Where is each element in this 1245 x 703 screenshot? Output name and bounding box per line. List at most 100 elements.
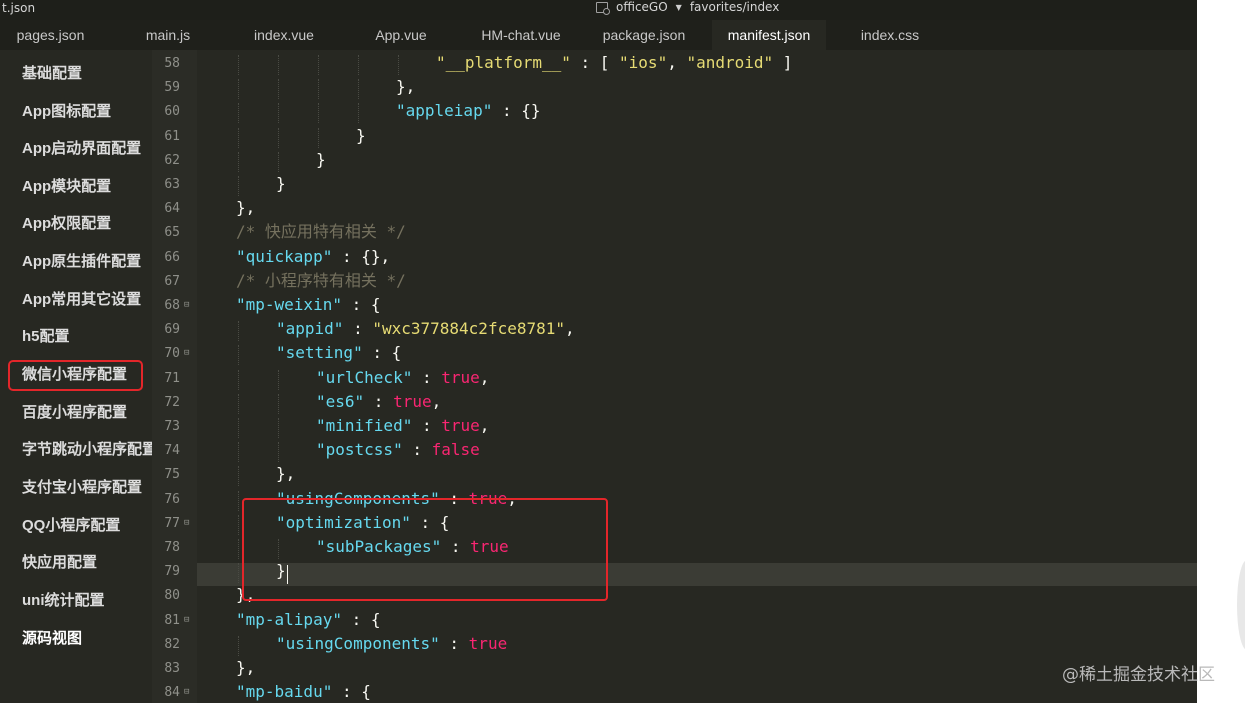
sidebar-item-app-permissions[interactable]: App权限配置 [22,212,111,233]
fold-toggle-icon[interactable]: ⊟ [184,300,189,310]
code-line: "postcss" : false [316,440,480,460]
tab-hm-chat-vue[interactable]: HM-chat.vue [466,20,576,50]
indent-guide [278,393,279,414]
fold-toggle-icon[interactable]: ⊟ [184,687,189,697]
fold-toggle-icon[interactable]: ⊟ [184,518,189,528]
line-number: 83 [164,661,180,676]
tab-manifest-json[interactable]: manifest.json [712,20,826,50]
indent-guide [358,103,359,124]
code-line: "mp-weixin" : { [236,295,381,315]
code-token: true [393,391,432,411]
code-line: } [316,150,326,170]
indent-guide [318,103,319,124]
code-token: /* 小程序特有相关 */ [236,270,406,290]
sidebar-item-mp-alipay[interactable]: 支付宝小程序配置 [22,476,142,497]
indent-guide [278,55,279,75]
code-token: : [ [570,53,620,72]
code-token: true [468,633,508,653]
editor-tab-bar: pages.json main.js index.vue App.vue HM-… [0,20,1197,50]
sidebar-item-app-other-settings[interactable]: App常用其它设置 [22,288,141,309]
watermark: @稀土掘金技术社区 [1062,665,1215,685]
code-token: false [431,440,480,460]
code-token: : { [341,295,381,314]
indent-guide [398,55,399,75]
sidebar-item-mp-qq[interactable]: QQ小程序配置 [22,514,120,535]
sidebar-item-app-native-plugins[interactable]: App原生插件配置 [22,250,141,271]
sidebar-item-mp-baidu[interactable]: 百度小程序配置 [22,401,127,422]
indent-guide [238,103,239,124]
indent-guide [238,55,239,75]
code-token: /* 快应用特有相关 */ [236,222,406,242]
sidebar-item-mp-toutiao[interactable]: 字节跳动小程序配置 [22,438,152,459]
line-number: 79 [164,564,180,580]
code-token: : [364,391,394,411]
code-line: } [276,174,286,194]
indent-guide [278,79,279,100]
indent-guide [238,393,239,414]
code-token: : [402,440,432,460]
sidebar-item-basic[interactable]: 基础配置 [22,62,82,83]
code-token: "mp-weixin" [236,295,342,314]
code-token: } [276,174,286,193]
code-token: : [343,319,373,339]
tab-pages-json[interactable]: pages.json [0,20,101,50]
tab-app-vue[interactable]: App.vue [356,20,446,50]
code-line: "appleiap" : {} [396,101,541,121]
line-number: 75 [164,467,180,483]
indent-guide [278,103,279,124]
code-token: "mp-alipay" [236,609,342,629]
line-number: 76 [164,491,180,507]
indent-guide [318,127,319,148]
indent-guide [238,635,239,656]
right-margin [1197,0,1245,703]
code-token: }, [236,198,256,218]
code-token: : { [341,609,381,629]
code-line: "usingComponents" : true [276,634,507,654]
project-switcher[interactable]: officeGO ▼ favorites/index [596,0,779,15]
code-line: }, [236,658,255,678]
code-token: : { [332,682,371,702]
code-token: : [412,416,442,435]
sidebar-item-h5[interactable]: h5配置 [22,325,70,346]
code-token: "quickapp" [236,246,333,266]
indent-guide [238,442,239,463]
fold-toggle-icon[interactable]: ⊟ [184,348,189,358]
code-token: "ios" [619,53,668,72]
indent-guide [238,321,239,342]
code-token: }, [396,77,416,97]
line-number: 65 [164,225,180,241]
code-token: "android" [686,53,774,72]
sidebar-item-app-modules[interactable]: App模块配置 [22,175,111,196]
sidebar-item-app-splash[interactable]: App启动界面配置 [22,137,141,158]
project-icon [596,1,610,15]
sidebar-item-app-icon[interactable]: App图标配置 [22,100,111,121]
code-token: "postcss" [316,440,403,460]
line-number: 63 [164,177,180,192]
code-token: "appleiap" [396,101,493,121]
project-name: officeGO [616,0,668,14]
indent-guide [238,539,239,559]
code-token: }, [236,658,256,677]
code-token: } [316,149,326,169]
code-line: /* 小程序特有相关 */ [236,271,406,291]
code-token: , [479,416,490,435]
sidebar-item-uni-stat[interactable]: uni统计配置 [22,589,105,610]
indent-guide [238,176,239,196]
tab-package-json[interactable]: package.json [592,20,696,50]
code-token: "urlCheck" [316,367,413,387]
line-number: 62 [164,152,180,168]
line-number: 61 [164,128,180,144]
tab-main-js[interactable]: main.js [126,20,210,50]
code-line: "mp-baidu" : { [236,682,371,702]
code-token: : { [362,343,402,363]
line-number: 69 [164,322,180,338]
tab-index-css[interactable]: index.css [846,20,934,50]
sidebar-item-quickapp[interactable]: 快应用配置 [22,551,97,572]
tab-index-vue[interactable]: index.vue [236,20,332,50]
indent-guide [278,127,279,148]
indent-guide [278,369,279,390]
sidebar-item-source-view[interactable]: 源码视图 [22,627,82,648]
code-token: , [431,391,442,411]
indent-guide [238,127,239,148]
fold-toggle-icon[interactable]: ⊟ [184,615,189,625]
